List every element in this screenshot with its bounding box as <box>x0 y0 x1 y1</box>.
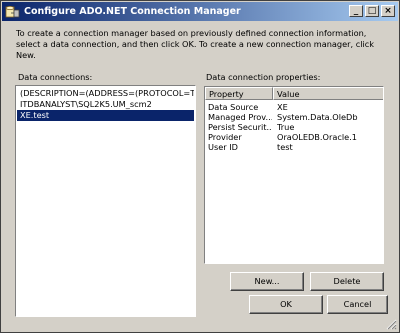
intro-text: To create a connection manager based on … <box>16 28 375 60</box>
dialog-window: Configure ADO.NET Connection Manager _ □… <box>0 0 400 333</box>
property-row: Managed Prov... System.Data.OleDb <box>205 112 383 122</box>
list-item-connection-3[interactable]: XE.test <box>17 110 194 121</box>
property-value: XE <box>277 102 288 112</box>
property-name: Data Source <box>208 102 259 112</box>
column-header-property[interactable]: Property <box>205 87 273 100</box>
minimize-icon: _ <box>353 6 359 16</box>
column-header-value[interactable]: Value <box>273 87 383 100</box>
ok-button[interactable]: OK <box>249 295 323 314</box>
property-value: OraOLEDB.Oracle.1 <box>277 132 357 142</box>
property-value: System.Data.OleDb <box>277 112 358 122</box>
property-value: True <box>277 122 295 132</box>
close-icon: × <box>384 6 392 16</box>
maximize-button[interactable]: □ <box>365 5 379 17</box>
properties-grid[interactable]: Property Value Data Source XE Managed Pr… <box>204 86 384 264</box>
properties-header-row: Property Value <box>205 87 383 100</box>
property-name: User ID <box>208 142 238 152</box>
property-value: test <box>277 142 293 152</box>
property-name: Managed Prov... <box>208 112 272 122</box>
cancel-button[interactable]: Cancel <box>327 295 388 314</box>
connection-manager-icon <box>5 6 20 18</box>
minimize-button[interactable]: _ <box>349 5 363 17</box>
property-name: Persist Securit... <box>208 122 272 132</box>
close-button[interactable]: × <box>381 5 395 17</box>
property-name: Provider <box>208 132 242 142</box>
window-title: Configure ADO.NET Connection Manager <box>24 6 241 17</box>
list-item-connection-2[interactable]: ITDBANALYST\SQL2K5.UM_scm2 <box>17 99 194 110</box>
maximize-icon: □ <box>367 6 377 16</box>
data-connection-properties-label: Data connection properties: <box>206 72 321 82</box>
property-row: User ID test <box>205 142 383 152</box>
delete-button[interactable]: Delete <box>310 272 384 291</box>
property-row: Persist Securit... True <box>205 122 383 132</box>
property-row: Provider OraOLEDB.Oracle.1 <box>205 132 383 142</box>
resize-grip-icon[interactable] <box>386 319 397 330</box>
list-item-connection-1[interactable]: (DESCRIPTION=(ADDRESS=(PROTOCOL=TC <box>17 88 194 99</box>
data-connections-label: Data connections: <box>18 72 93 82</box>
new-button[interactable]: New... <box>230 272 304 291</box>
title-bar[interactable]: Configure ADO.NET Connection Manager _ □… <box>2 2 398 21</box>
data-connections-list[interactable]: (DESCRIPTION=(ADDRESS=(PROTOCOL=TC ITDBA… <box>15 85 196 317</box>
property-row: Data Source XE <box>205 102 383 112</box>
